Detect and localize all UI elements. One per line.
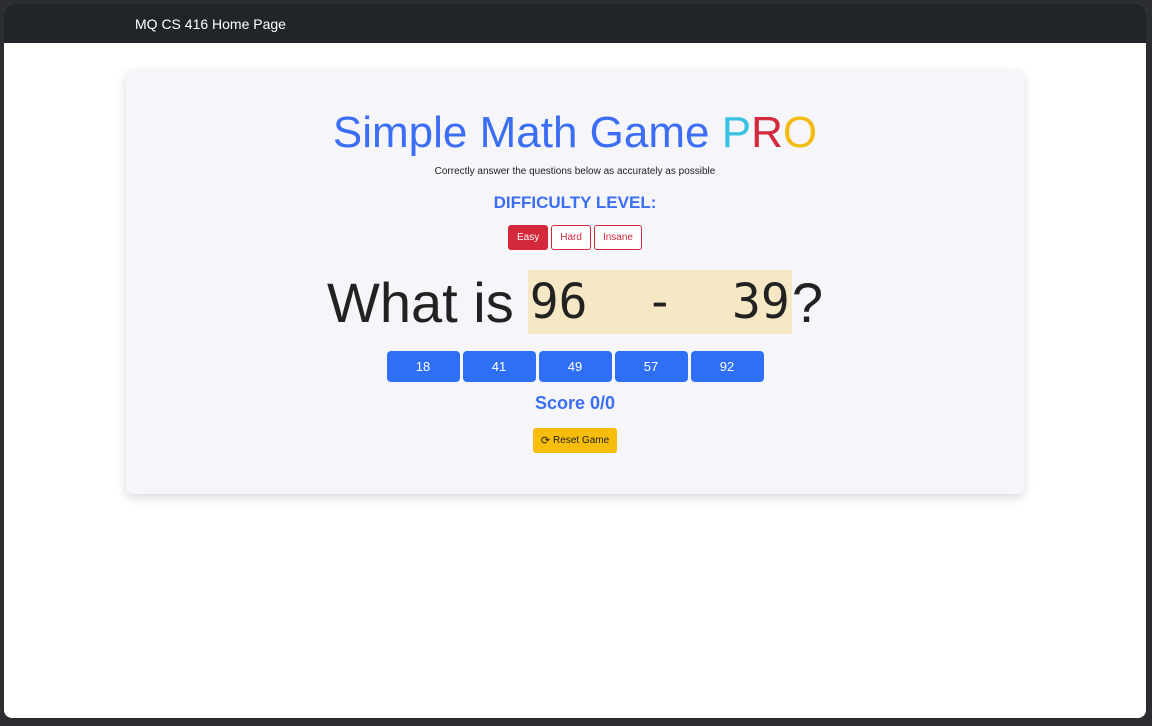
difficulty-hard-button[interactable]: Hard: [551, 225, 591, 250]
question-display: What is 96 - 39?: [126, 270, 1024, 334]
reset-game-label: Reset Game: [553, 435, 610, 446]
question-expression: 96 - 39: [527, 270, 792, 334]
difficulty-heading: DIFFICULTY LEVEL:: [493, 193, 657, 212]
title-pro-p: P: [721, 108, 752, 157]
title-pro-o: O: [782, 108, 818, 157]
answer-button-1[interactable]: 18: [386, 351, 460, 382]
difficulty-button-group: Easy Hard Insane: [126, 225, 1024, 250]
answer-button-3[interactable]: 49: [538, 351, 612, 382]
refresh-icon: ⟳: [540, 435, 551, 447]
navbar-brand-link[interactable]: MQ CS 416 Home Page: [135, 16, 286, 32]
difficulty-insane-button[interactable]: Insane: [593, 225, 642, 250]
answer-button-2[interactable]: 41: [462, 351, 536, 382]
game-card: Simple Math Game PRO Correctly answer th…: [126, 70, 1024, 494]
answer-button-5[interactable]: 92: [690, 351, 764, 382]
title-pro-r: R: [751, 108, 783, 157]
game-subtitle: Correctly answer the questions below as …: [434, 166, 716, 177]
score-display: Score 0/0: [534, 393, 616, 413]
difficulty-easy-button[interactable]: Easy: [508, 225, 549, 250]
game-title-main: Simple Math Game: [332, 108, 722, 157]
top-navbar: MQ CS 416 Home Page: [4, 4, 1146, 43]
game-title: Simple Math Game PRO: [126, 106, 1024, 160]
reset-game-button[interactable]: ⟳ Reset Game: [532, 428, 618, 453]
browser-window: MQ CS 416 Home Page Simple Math Game PRO…: [4, 4, 1146, 718]
answer-button-4[interactable]: 57: [614, 351, 688, 382]
question-prefix: What is: [327, 270, 514, 334]
answer-button-group: 18 41 49 57 92: [126, 351, 1024, 382]
question-suffix: ?: [791, 270, 823, 334]
